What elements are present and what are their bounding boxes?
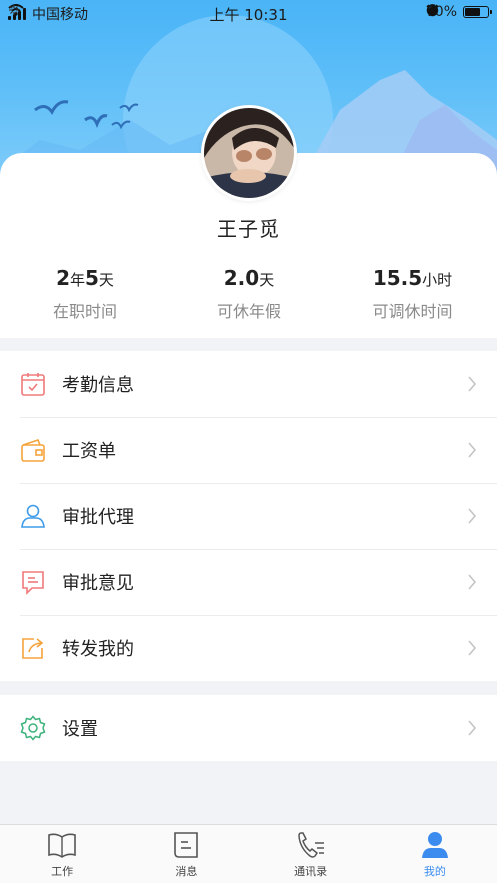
menu-item-label: 设置	[62, 719, 98, 740]
person-icon	[421, 832, 448, 858]
tab-label: 工作	[51, 865, 74, 878]
chevron-right-icon	[468, 720, 477, 736]
stat-tenure-years: 2	[56, 266, 70, 290]
menu-list: 考勤信息 工资单 审批代理 审批意见 转发我的	[0, 351, 497, 681]
stat-tenure-year-unit: 年	[69, 271, 85, 289]
settings-list: 设置	[0, 695, 497, 761]
stat-annual-leave-label: 可休年假	[216, 302, 281, 321]
tab-label: 我的	[423, 865, 446, 878]
tab-work[interactable]: 工作	[0, 825, 124, 883]
tab-messages[interactable]: 消息	[124, 825, 248, 883]
calendar-icon	[19, 370, 47, 398]
stat-tenure-days: 5	[85, 266, 99, 290]
menu-item-approval-delegate[interactable]: 审批代理	[0, 483, 497, 549]
chevron-right-icon	[468, 640, 477, 656]
book-icon	[48, 833, 76, 858]
stat-comp-time: 15.5小时 可调休时间	[328, 266, 497, 322]
stat-annual-leave-unit: 天	[259, 271, 275, 289]
menu-item-label: 转发我的	[62, 639, 134, 660]
menu-item-forwarded[interactable]: 转发我的	[0, 615, 497, 681]
avatar-photo	[204, 108, 294, 198]
menu-item-settings[interactable]: 设置	[0, 695, 497, 761]
tab-bar: 工作 消息 通讯录 我的	[0, 824, 497, 883]
wallet-icon	[19, 436, 47, 464]
tab-label: 消息	[175, 865, 198, 878]
menu-item-payslip[interactable]: 工资单	[0, 417, 497, 483]
menu-item-label: 考勤信息	[62, 375, 134, 396]
tab-me[interactable]: 我的	[373, 825, 497, 883]
chevron-right-icon	[468, 442, 477, 458]
message-icon	[174, 832, 199, 858]
menu-item-approval-opinion[interactable]: 审批意见	[0, 549, 497, 615]
menu-item-attendance[interactable]: 考勤信息	[0, 351, 497, 417]
status-time: 上午 10:31	[209, 6, 288, 24]
phone-book-icon	[297, 832, 324, 858]
menu-item-label: 审批代理	[62, 507, 134, 528]
tab-contacts[interactable]: 通讯录	[249, 825, 373, 883]
tab-label: 通讯录	[294, 865, 328, 878]
stat-comp-time-label: 可调休时间	[372, 302, 453, 321]
menu-item-label: 审批意见	[62, 573, 134, 594]
gear-icon	[19, 714, 47, 742]
stat-comp-time-value: 15.5	[372, 266, 423, 290]
alarm-icon	[426, 4, 439, 16]
menu-item-label: 工资单	[62, 441, 116, 462]
chevron-right-icon	[468, 508, 477, 524]
chevron-right-icon	[468, 376, 477, 392]
user-name: 王子觅	[217, 217, 280, 241]
stat-annual-leave: 2.0天 可休年假	[170, 266, 328, 322]
status-bar: 中国移动 上午 10:31 70%	[0, 0, 497, 26]
bird-icon	[84, 114, 108, 129]
avatar[interactable]	[201, 105, 297, 201]
stat-tenure: 2年5天 在职时间	[0, 266, 170, 322]
stat-tenure-day-unit: 天	[98, 271, 114, 289]
stat-comp-time-unit: 小时	[422, 271, 453, 289]
share-icon	[19, 634, 47, 662]
stats-row: 2年5天 在职时间 2.0天 可休年假 15.5小时 可调休时间	[0, 266, 497, 322]
stat-annual-leave-value: 2.0	[223, 266, 260, 290]
bird-icon	[34, 100, 69, 115]
battery-icon	[463, 6, 492, 18]
chevron-right-icon	[468, 574, 477, 590]
comment-icon	[19, 568, 47, 596]
user-icon	[19, 502, 47, 530]
stat-tenure-label: 在职时间	[52, 302, 117, 321]
